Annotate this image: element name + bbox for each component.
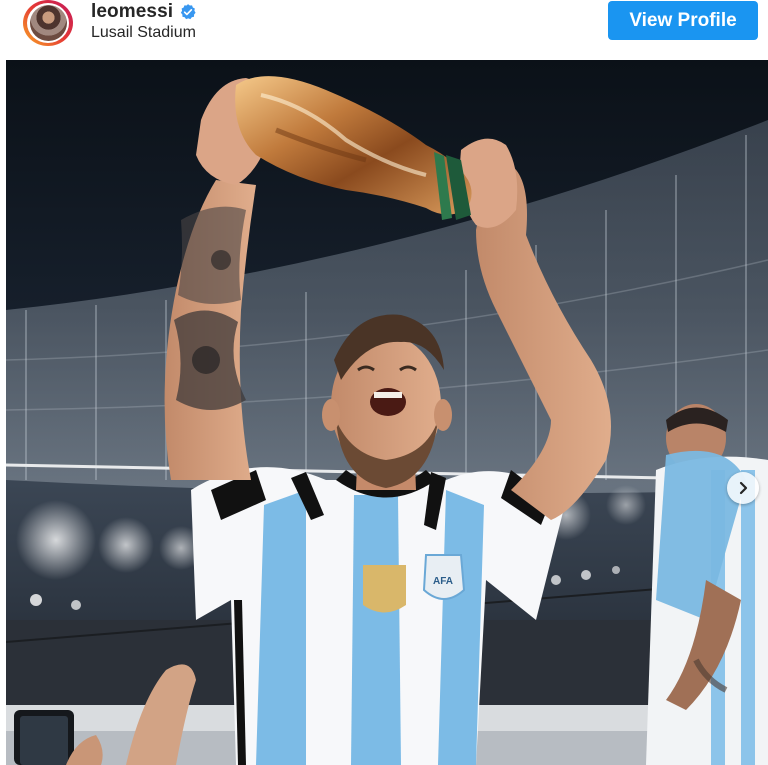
chevron-right-icon (739, 481, 748, 495)
view-profile-button[interactable]: View Profile (608, 1, 758, 40)
avatar-image (29, 5, 67, 41)
afa-crest-text: AFA (433, 576, 453, 587)
avatar[interactable] (23, 0, 73, 46)
next-photo-button[interactable] (727, 472, 759, 504)
username-link[interactable]: leomessi (91, 1, 173, 23)
post-photo[interactable]: AFA (6, 60, 768, 765)
post-header: leomessi Lusail Stadium View Profile (0, 0, 768, 60)
username-row: leomessi (91, 1, 197, 23)
location-link[interactable]: Lusail Stadium (91, 24, 196, 42)
photo-illustration: AFA (6, 60, 768, 765)
avatar-frame (27, 3, 69, 43)
verified-badge-icon (181, 4, 196, 20)
instagram-post: leomessi Lusail Stadium View Profile AFA (0, 0, 768, 765)
